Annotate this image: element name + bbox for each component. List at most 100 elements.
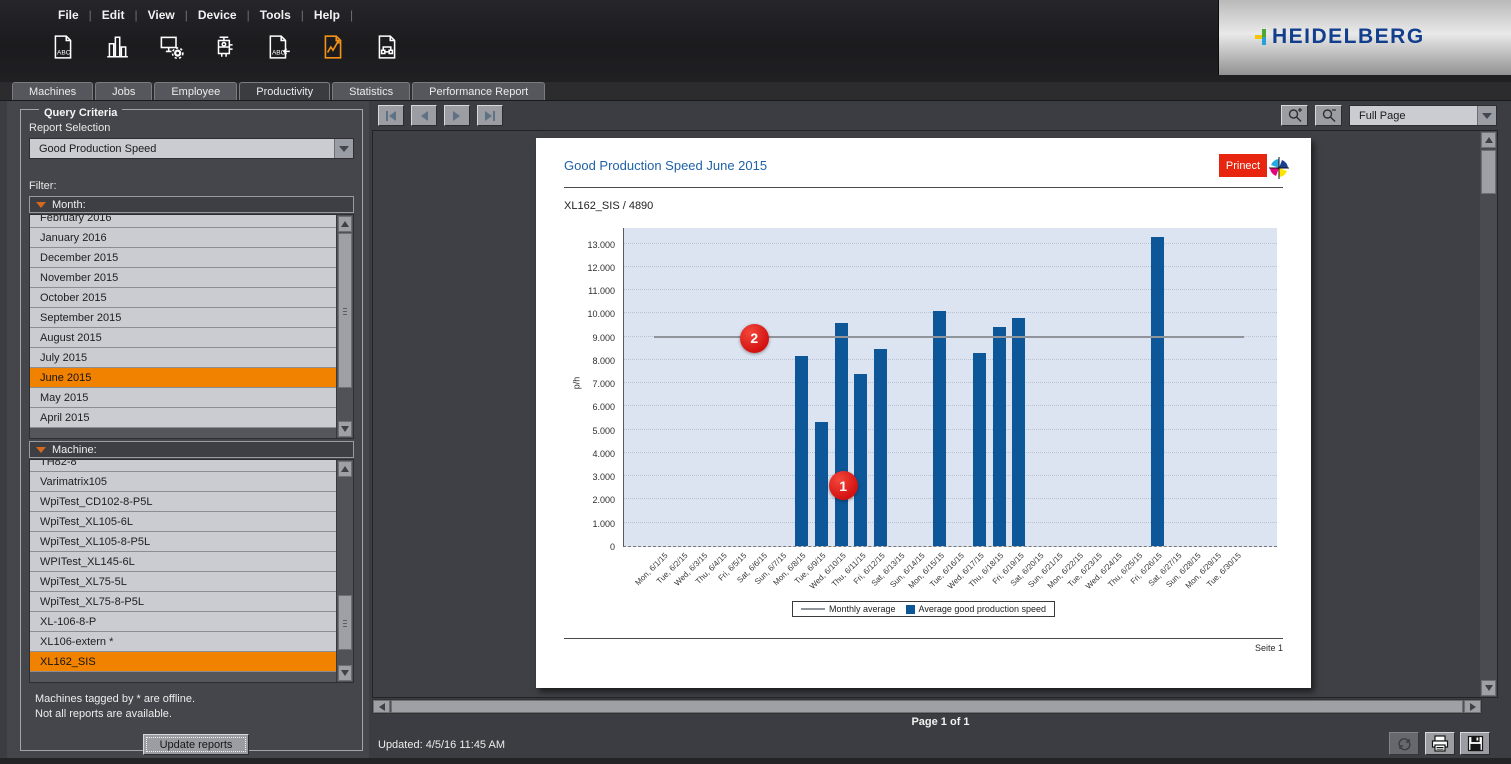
- print-button[interactable]: [1425, 732, 1455, 755]
- menu-view[interactable]: View: [138, 7, 185, 23]
- tab-statistics[interactable]: Statistics: [332, 82, 410, 100]
- press-machine-icon[interactable]: [210, 32, 240, 62]
- report-selection-label: Report Selection: [29, 122, 110, 134]
- menu-tools[interactable]: Tools: [250, 7, 301, 23]
- offline-note: Machines tagged by * are offline.: [35, 693, 195, 705]
- icon-toolbar: ABC: [48, 32, 402, 62]
- report-subtitle: XL162_SIS / 4890: [564, 200, 653, 212]
- y-tick-label: 8.000: [592, 356, 615, 366]
- list-item[interactable]: WPITest_XL145-6L: [30, 552, 336, 572]
- list-item[interactable]: WpiTest_XL105-8-P5L: [30, 532, 336, 552]
- scroll-down-button[interactable]: [338, 421, 352, 437]
- tab-productivity[interactable]: Productivity: [239, 82, 330, 100]
- list-item[interactable]: December 2015: [30, 248, 336, 268]
- list-item[interactable]: WpiTest_CD102-8-P5L: [30, 492, 336, 512]
- list-item[interactable]: August 2015: [30, 328, 336, 348]
- list-item[interactable]: Varimatrix105: [30, 472, 336, 492]
- machine-list: TH82-8Varimatrix105WpiTest_CD102-8-P5LWp…: [30, 460, 336, 682]
- list-item[interactable]: WpiTest_XL75-8-P5L: [30, 592, 336, 612]
- list-item[interactable]: XL162_SIS: [30, 652, 336, 672]
- list-item[interactable]: June 2015: [30, 368, 336, 388]
- zoom-in-button[interactable]: [1281, 105, 1308, 126]
- list-item[interactable]: XL-106-8-P: [30, 612, 336, 632]
- machine-section-header[interactable]: Machine:: [29, 441, 354, 458]
- zoom-out-button[interactable]: [1315, 105, 1342, 126]
- query-criteria-title: Query Criteria: [39, 107, 122, 119]
- tab-machines[interactable]: Machines: [12, 82, 93, 100]
- list-item[interactable]: July 2015: [30, 348, 336, 368]
- workflow-report-icon[interactable]: [372, 32, 402, 62]
- scrollbar-thumb[interactable]: [391, 700, 1463, 713]
- gridline: [624, 382, 1277, 383]
- scroll-up-button[interactable]: [338, 216, 352, 232]
- legend-label: Average good production speed: [919, 604, 1046, 614]
- menu-help[interactable]: Help: [304, 7, 350, 23]
- list-item[interactable]: TH82-8: [30, 460, 336, 472]
- menu-file[interactable]: File: [48, 7, 89, 23]
- filter-label: Filter:: [29, 180, 57, 192]
- report-document-icon[interactable]: ABC: [48, 32, 78, 62]
- previous-page-button[interactable]: [411, 105, 437, 126]
- report-export-icon[interactable]: ABC: [264, 32, 294, 62]
- bar-Fri-6-19-15: [1012, 318, 1025, 546]
- menu-device[interactable]: Device: [188, 7, 247, 23]
- zoom-level-dropdown[interactable]: Full Page: [1349, 105, 1497, 126]
- scroll-up-button[interactable]: [1481, 132, 1496, 148]
- legend-label: Monthly average: [829, 604, 896, 614]
- dropdown-arrow-icon[interactable]: [1477, 106, 1496, 125]
- machine-list-scrollbar[interactable]: [336, 460, 353, 682]
- list-item[interactable]: WpiTest_XL75-5L: [30, 572, 336, 592]
- gridline: [624, 312, 1277, 313]
- tab-jobs[interactable]: Jobs: [95, 82, 152, 100]
- next-page-button[interactable]: [444, 105, 470, 126]
- save-button[interactable]: [1460, 732, 1490, 755]
- scroll-down-button[interactable]: [1481, 680, 1496, 696]
- list-item[interactable]: May 2015: [30, 388, 336, 408]
- y-tick-label: 10.000: [587, 309, 615, 319]
- y-tick-label: 0: [610, 542, 615, 552]
- scrollbar-thumb[interactable]: [338, 233, 352, 388]
- performance-report-icon[interactable]: [318, 32, 348, 62]
- heidelberg-logo-panel: HEIDELBERG: [1218, 0, 1511, 75]
- dropdown-arrow-icon[interactable]: [334, 139, 353, 158]
- report-selection-dropdown[interactable]: Good Production Speed: [29, 138, 354, 159]
- gridline: [624, 405, 1277, 406]
- bar-Thu-6-18-15: [993, 327, 1006, 546]
- bar-chart-icon[interactable]: [102, 32, 132, 62]
- scroll-right-button[interactable]: [1464, 700, 1481, 713]
- viewer-toolbar: Full Page: [370, 105, 1511, 127]
- scrollbar-thumb[interactable]: [338, 595, 352, 650]
- list-item[interactable]: October 2015: [30, 288, 336, 308]
- refresh-button[interactable]: [1389, 732, 1419, 755]
- menu-edit[interactable]: Edit: [92, 7, 135, 23]
- bar-Fri-6-12-15: [874, 349, 887, 546]
- scrollbar-thumb[interactable]: [1481, 150, 1496, 194]
- list-item[interactable]: WpiTest_XL105-6L: [30, 512, 336, 532]
- tab-employee[interactable]: Employee: [154, 82, 237, 100]
- list-item[interactable]: XL106-extern *: [30, 632, 336, 652]
- report-region: Full Page Good Production Speed June 201…: [370, 101, 1511, 759]
- computer-settings-icon[interactable]: [156, 32, 186, 62]
- viewer-horizontal-scrollbar[interactable]: [372, 699, 1482, 714]
- month-list-scrollbar[interactable]: [336, 215, 353, 438]
- collapse-triangle-icon: [36, 202, 46, 213]
- first-page-button[interactable]: [378, 105, 404, 126]
- list-item[interactable]: February 2016: [30, 215, 336, 228]
- bar-Wed-6-17-15: [973, 353, 986, 546]
- y-tick-label: 7.000: [592, 379, 615, 389]
- tab-performance-report[interactable]: Performance Report: [412, 82, 545, 100]
- last-page-button[interactable]: [477, 105, 503, 126]
- list-item[interactable]: September 2015: [30, 308, 336, 328]
- list-item[interactable]: April 2015: [30, 408, 336, 428]
- update-reports-button[interactable]: Update reports: [143, 734, 249, 755]
- gridline: [624, 266, 1277, 267]
- list-item[interactable]: November 2015: [30, 268, 336, 288]
- report-viewer: Good Production Speed June 2015 Prinect: [372, 130, 1498, 698]
- viewer-vertical-scrollbar[interactable]: [1480, 131, 1497, 697]
- month-section-header[interactable]: Month:: [29, 196, 354, 213]
- scroll-up-button[interactable]: [338, 461, 352, 477]
- y-tick-label: 9.000: [592, 333, 615, 343]
- list-item[interactable]: January 2016: [30, 228, 336, 248]
- scroll-down-button[interactable]: [338, 665, 352, 681]
- scroll-left-button[interactable]: [373, 700, 390, 713]
